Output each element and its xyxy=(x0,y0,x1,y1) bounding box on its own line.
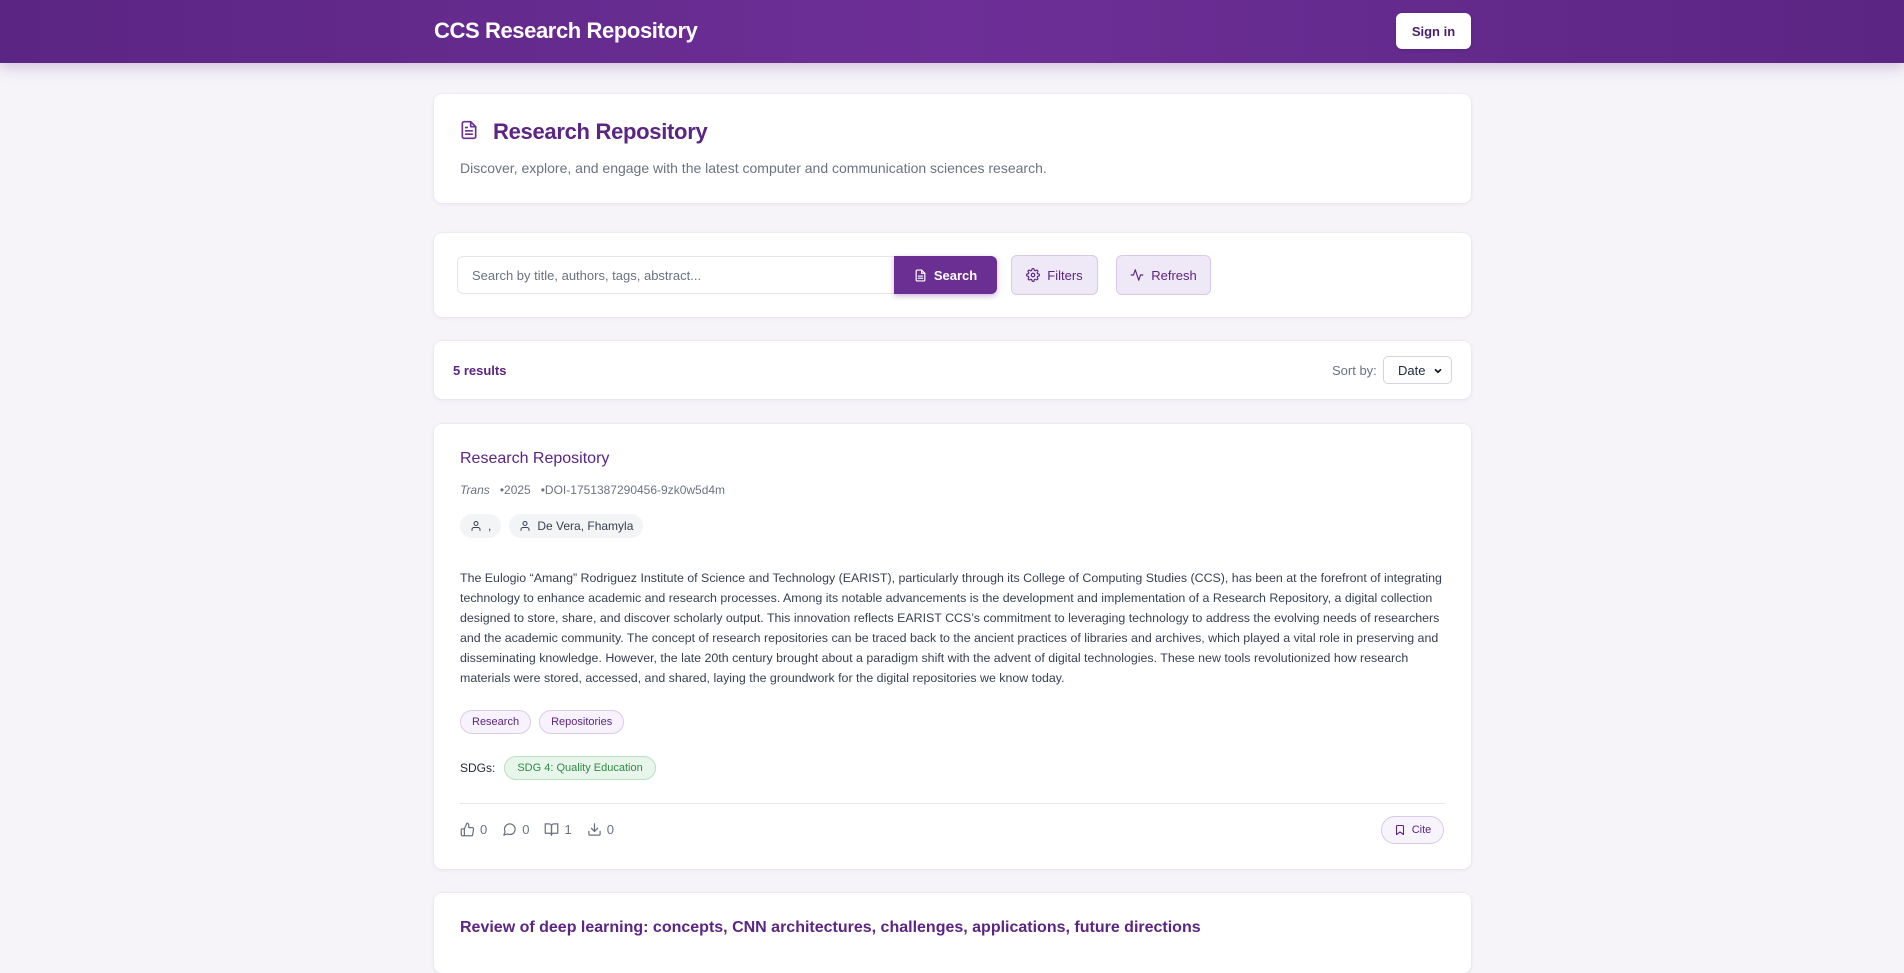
comment-button[interactable]: 0 xyxy=(502,822,529,837)
sort-select[interactable]: Date xyxy=(1383,356,1452,384)
download-button[interactable]: 0 xyxy=(587,822,614,837)
search-button[interactable]: Search xyxy=(894,256,997,294)
page-title: Research Repository xyxy=(493,119,708,144)
paper-abstract: The Eulogio “Amang” Rodriguez Institute … xyxy=(460,571,1442,685)
paper-title-link[interactable]: Review of deep learning: concepts, CNN a… xyxy=(460,919,1201,937)
tag-list: Research Repositories xyxy=(460,710,625,734)
read-count: 1 xyxy=(564,822,572,837)
filters-button-label: Filters xyxy=(1047,267,1083,283)
bookmark-icon xyxy=(1394,824,1406,836)
activity-icon xyxy=(1130,268,1144,282)
paper-year: •2025 xyxy=(499,483,531,497)
paper-title-link[interactable]: Research Repository xyxy=(460,450,609,468)
read-count-stat: 1 xyxy=(544,822,572,837)
comment-icon xyxy=(502,822,517,837)
author-chip[interactable]: De Vera, Fhamyla xyxy=(509,514,644,538)
thumbs-up-icon xyxy=(460,822,475,837)
results-bar: 5 results Sort by: Date xyxy=(434,341,1471,399)
cite-button[interactable]: Cite xyxy=(1381,816,1444,844)
sdg-chip[interactable]: SDG 4: Quality Education xyxy=(504,756,656,780)
paper-meta: Trans •2025 •DOI-1751387290456-9zk0w5d4m xyxy=(460,483,725,497)
divider xyxy=(460,803,1445,804)
sdg-label: SDGs: xyxy=(460,761,496,775)
refresh-button[interactable]: Refresh xyxy=(1116,255,1211,295)
author-list: , De Vera, Fhamyla xyxy=(460,514,644,538)
chevron-down-icon xyxy=(1433,366,1443,376)
paper-stats: 0 0 1 0 xyxy=(460,822,614,837)
comment-count: 0 xyxy=(522,822,530,837)
gear-icon xyxy=(1026,268,1041,282)
search-panel: Search Filters Refresh xyxy=(434,233,1471,317)
search-input[interactable] xyxy=(457,256,894,294)
search-button-label: Search xyxy=(933,267,978,283)
author-name: , xyxy=(488,519,492,533)
paper-doi: •DOI-1751387290456-9zk0w5d4m xyxy=(540,483,726,497)
tag-chip[interactable]: Research xyxy=(460,710,532,734)
like-count: 0 xyxy=(480,822,488,837)
paper-journal: Trans xyxy=(460,483,490,497)
brand-title[interactable]: CCS Research Repository xyxy=(434,18,698,44)
hero-card: Research Repository Discover, explore, a… xyxy=(434,94,1471,203)
refresh-button-label: Refresh xyxy=(1151,267,1197,283)
top-navbar: CCS Research Repository Sign in xyxy=(0,0,1904,63)
tag-chip[interactable]: Repositories xyxy=(539,710,625,734)
sign-in-button[interactable]: Sign in xyxy=(1396,13,1471,49)
document-icon xyxy=(914,268,927,282)
page-subtitle: Discover, explore, and engage with the l… xyxy=(460,160,1047,176)
like-button[interactable]: 0 xyxy=(460,822,487,837)
results-count: 5 results xyxy=(453,363,507,378)
author-name: De Vera, Fhamyla xyxy=(537,519,634,533)
download-count: 0 xyxy=(606,822,614,837)
paper-card: Review of deep learning: concepts, CNN a… xyxy=(434,893,1471,973)
book-open-icon xyxy=(544,822,559,837)
sort-label: Sort by: xyxy=(1332,363,1377,378)
filters-button[interactable]: Filters xyxy=(1011,255,1098,295)
sort-select-value: Date xyxy=(1398,362,1426,378)
document-icon xyxy=(459,120,479,140)
user-icon xyxy=(519,520,531,532)
author-chip[interactable]: , xyxy=(460,514,502,538)
cite-button-label: Cite xyxy=(1411,824,1432,836)
download-icon xyxy=(587,822,602,837)
sdg-list: SDGs: SDG 4: Quality Education xyxy=(460,756,656,780)
user-icon xyxy=(470,520,482,532)
paper-card: Research Repository Trans •2025 •DOI-175… xyxy=(434,424,1471,869)
